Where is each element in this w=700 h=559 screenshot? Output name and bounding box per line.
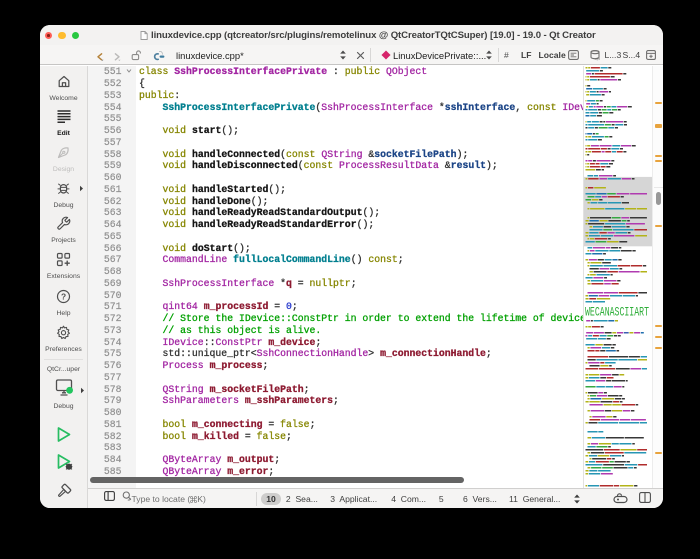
- svg-text:</>: </>: [594, 56, 600, 61]
- svg-text:?: ?: [61, 291, 66, 301]
- svg-text:WECANASCIIART: WECANASCIIART: [585, 305, 649, 319]
